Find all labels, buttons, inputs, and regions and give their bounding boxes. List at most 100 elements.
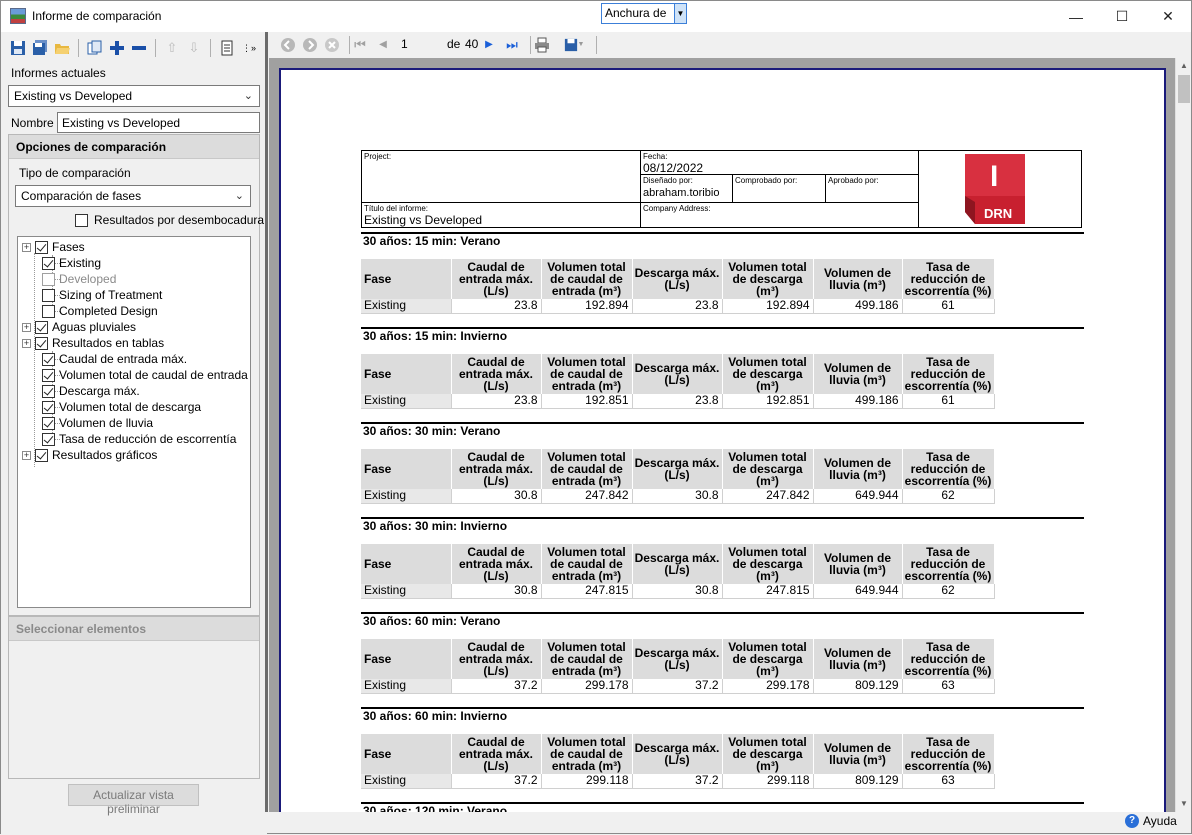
per-outfall-checkbox-row[interactable]: Resultados por desembocadura	[75, 213, 264, 227]
column-header: Descarga máx. (L/s)	[632, 449, 723, 489]
tree-item[interactable]: Volumen de lluvia	[42, 415, 153, 431]
table-cell: 23.8	[632, 299, 723, 314]
tree-checkbox[interactable]	[42, 272, 55, 286]
remove-icon[interactable]	[130, 39, 148, 57]
tree-checkbox[interactable]	[42, 368, 55, 382]
column-header: Caudal de entrada máx. (L/s)	[451, 734, 542, 774]
tree-item-label: Resultados en tablas	[52, 336, 165, 350]
tree-item-label: Aguas pluviales	[52, 320, 137, 334]
tree-item[interactable]: Developed	[42, 271, 116, 287]
table-cell: 192.894	[722, 299, 814, 314]
panel-splitter[interactable]	[265, 32, 268, 812]
tree-checkbox[interactable]	[35, 240, 48, 254]
close-button[interactable]: ✕	[1145, 1, 1191, 32]
column-header: Volumen total de descarga (m³)	[722, 354, 814, 394]
scroll-up-icon[interactable]: ▲	[1176, 58, 1192, 74]
per-outfall-checkbox[interactable]	[75, 213, 88, 227]
tree-checkbox[interactable]	[42, 256, 55, 270]
tree-item[interactable]: + Resultados gráficos	[22, 447, 157, 463]
tree-item[interactable]: Volumen total de caudal de entrada	[42, 367, 248, 383]
vertical-scrollbar[interactable]: ▲ ▼	[1175, 58, 1191, 812]
move-up-icon[interactable]: ⇧	[163, 39, 181, 57]
move-down-icon[interactable]: ⇩	[185, 39, 203, 57]
expand-icon[interactable]: +	[22, 338, 31, 348]
first-page-icon[interactable]: ⏮	[351, 36, 369, 54]
tree-item[interactable]: + Aguas pluviales	[22, 319, 136, 335]
tree-checkbox[interactable]	[42, 432, 55, 446]
table-cell: 192.851	[722, 394, 814, 409]
section-title: 30 años: 15 min: Invierno	[363, 329, 508, 343]
checked-cell: Comprobado por:	[733, 175, 826, 203]
open-folder-icon[interactable]	[53, 39, 71, 57]
expand-icon[interactable]: +	[22, 450, 31, 460]
results-table: Fase Caudal de entrada máx. (L/s) Volumen …	[361, 544, 995, 599]
tree-item[interactable]: Completed Design	[42, 303, 158, 319]
tree-checkbox[interactable]	[35, 448, 48, 462]
tree-item-label: Existing	[59, 256, 102, 270]
forward-icon[interactable]	[301, 36, 319, 54]
last-page-icon[interactable]: ⏭	[503, 36, 521, 54]
maximize-button[interactable]: ☐	[1099, 1, 1145, 32]
table-cell: 63	[902, 774, 995, 789]
checked-label: Comprobado por:	[735, 176, 798, 185]
zoom-select[interactable]: Anchura de ▼	[601, 3, 687, 24]
report-viewer[interactable]: Project: Fecha: 08/12/2022 Diseñado por:…	[269, 58, 1175, 812]
tree-checkbox[interactable]	[42, 304, 55, 318]
column-header: Fase	[361, 544, 452, 584]
viewer-toolbar: ⏮ ◀ 1 de 40 ▶ ⏭ ▼	[271, 32, 1189, 57]
stop-icon[interactable]	[323, 36, 341, 54]
column-header: Tasa de reducción de escorrentía (%)	[902, 734, 995, 774]
tree-checkbox[interactable]	[42, 288, 55, 302]
tree-checkbox[interactable]	[35, 320, 48, 334]
name-input[interactable]: Existing vs Developed	[57, 112, 260, 133]
tree-checkbox[interactable]	[42, 352, 55, 366]
page-number-input[interactable]: 1	[401, 37, 408, 51]
expand-icon[interactable]: +	[22, 242, 31, 252]
column-header: Fase	[361, 639, 452, 679]
save-all-icon[interactable]	[31, 39, 49, 57]
toolbar-separator	[210, 39, 211, 57]
tree-item[interactable]: Tasa de reducción de escorrentía	[42, 431, 236, 447]
minimize-button[interactable]: —	[1053, 1, 1099, 32]
add-icon[interactable]	[108, 39, 126, 57]
update-preview-button[interactable]: Actualizar vista preliminar	[68, 784, 199, 816]
previous-page-icon[interactable]: ◀	[374, 36, 392, 54]
tree-item[interactable]: + Fases	[22, 239, 85, 255]
table-cell: 247.842	[722, 489, 814, 504]
tree-item[interactable]: Existing	[42, 255, 101, 271]
tree-checkbox[interactable]	[42, 400, 55, 414]
tree-item[interactable]: + Resultados en tablas	[22, 335, 164, 351]
table-cell: 37.2	[451, 679, 542, 694]
print-icon[interactable]	[533, 36, 551, 54]
tree-item[interactable]: Descarga máx.	[42, 383, 140, 399]
scroll-thumb[interactable]	[1178, 75, 1190, 103]
save-icon[interactable]	[9, 39, 27, 57]
column-header: Volumen total de descarga (m³)	[722, 734, 814, 774]
tree-checkbox[interactable]	[42, 384, 55, 398]
tree-checkbox[interactable]	[35, 336, 48, 350]
overflow-icon[interactable]: ⋮»	[240, 39, 258, 57]
current-report-select[interactable]: Existing vs Developed ⌄	[8, 85, 260, 107]
comparison-options-header: Opciones de comparación	[9, 135, 259, 159]
toolbar-separator	[78, 39, 79, 57]
tree-item[interactable]: Volumen total de descarga	[42, 399, 201, 415]
tree-item[interactable]: Caudal de entrada máx.	[42, 351, 187, 367]
tree-item[interactable]: Sizing of Treatment	[42, 287, 162, 303]
back-icon[interactable]	[279, 36, 297, 54]
scroll-down-icon[interactable]: ▼	[1176, 796, 1192, 812]
table-cell: Existing	[361, 394, 452, 409]
export-save-icon[interactable]: ▼	[561, 36, 587, 54]
copy-icon[interactable]	[86, 39, 104, 57]
next-page-icon[interactable]: ▶	[480, 36, 498, 54]
comparison-type-select[interactable]: Comparación de fases ⌄	[15, 185, 251, 207]
expand-icon[interactable]: +	[22, 322, 31, 332]
results-table: Fase Caudal de entrada máx. (L/s) Volumen …	[361, 259, 995, 314]
logo-text: DRN	[984, 206, 1013, 221]
column-header: Descarga máx. (L/s)	[632, 734, 723, 774]
help-link[interactable]: ? Ayuda	[1125, 814, 1177, 828]
table-cell: 247.842	[541, 489, 633, 504]
column-header: Caudal de entrada máx. (L/s)	[451, 544, 542, 584]
table-cell: Existing	[361, 299, 452, 314]
tree-checkbox[interactable]	[42, 416, 55, 430]
report-properties-icon[interactable]	[218, 39, 236, 57]
